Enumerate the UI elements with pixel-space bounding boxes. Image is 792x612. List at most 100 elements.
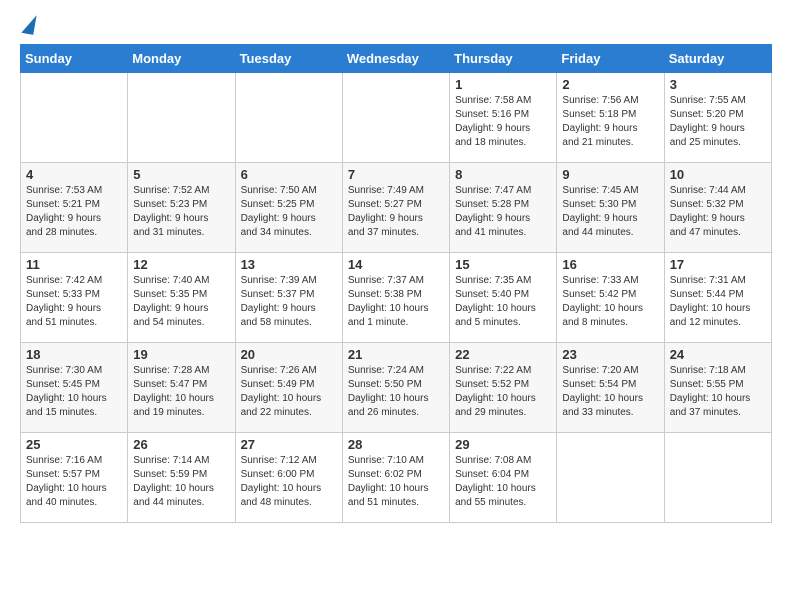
day-info: Sunrise: 7:56 AM Sunset: 5:18 PM Dayligh… [562, 94, 658, 150]
calendar-cell: 26 Sunrise: 7:14 AM Sunset: 5:59 PM Dayli… [128, 433, 235, 523]
day-info: Sunrise: 7:39 AM Sunset: 5:37 PM Dayligh… [241, 274, 337, 330]
header-row: SundayMondayTuesdayWednesdayThursdayFrid… [21, 45, 772, 73]
day-number: 14 [348, 257, 444, 272]
day-info: Sunrise: 7:14 AM Sunset: 5:59 PM Dayligh… [133, 454, 229, 510]
calendar-cell [664, 433, 771, 523]
calendar-cell: 17 Sunrise: 7:31 AM Sunset: 5:44 PM Dayli… [664, 253, 771, 343]
week-row-1: 1 Sunrise: 7:58 AM Sunset: 5:16 PM Daylig… [21, 73, 772, 163]
calendar-cell: 29Sunrise: 7:08 AM Sunset: 6:04 PM Dayli… [450, 433, 557, 523]
calendar-cell: 10 Sunrise: 7:44 AM Sunset: 5:32 PM Dayli… [664, 163, 771, 253]
day-number: 9 [562, 167, 658, 182]
column-header-wednesday: Wednesday [342, 45, 449, 73]
day-info: Sunrise: 7:50 AM Sunset: 5:25 PM Dayligh… [241, 184, 337, 240]
day-number: 13 [241, 257, 337, 272]
day-number: 21 [348, 347, 444, 362]
day-number: 18 [26, 347, 122, 362]
day-info: Sunrise: 7:33 AM Sunset: 5:42 PM Dayligh… [562, 274, 658, 330]
calendar-cell: 13 Sunrise: 7:39 AM Sunset: 5:37 PM Dayli… [235, 253, 342, 343]
day-number: 8 [455, 167, 551, 182]
day-number: 20 [241, 347, 337, 362]
day-info: Sunrise: 7:30 AM Sunset: 5:45 PM Dayligh… [26, 364, 122, 420]
logo-text [20, 20, 35, 34]
calendar-cell: 27Sunrise: 7:12 AM Sunset: 6:00 PM Dayli… [235, 433, 342, 523]
calendar-cell: 8 Sunrise: 7:47 AM Sunset: 5:28 PM Daylig… [450, 163, 557, 253]
day-number: 12 [133, 257, 229, 272]
day-info: Sunrise: 7:49 AM Sunset: 5:27 PM Dayligh… [348, 184, 444, 240]
week-row-2: 4 Sunrise: 7:53 AM Sunset: 5:21 PM Daylig… [21, 163, 772, 253]
day-number: 26 [133, 437, 229, 452]
day-info: Sunrise: 7:10 AM Sunset: 6:02 PM Dayligh… [348, 454, 444, 510]
day-number: 7 [348, 167, 444, 182]
calendar-cell [342, 73, 449, 163]
column-header-tuesday: Tuesday [235, 45, 342, 73]
day-number: 5 [133, 167, 229, 182]
day-number: 27 [241, 437, 337, 452]
calendar-cell: 28 Sunrise: 7:10 AM Sunset: 6:02 PM Dayli… [342, 433, 449, 523]
page-header [20, 20, 772, 34]
day-info: Sunrise: 7:31 AM Sunset: 5:44 PM Dayligh… [670, 274, 766, 330]
day-number: 29 [455, 437, 551, 452]
calendar-cell [21, 73, 128, 163]
day-info: Sunrise: 7:52 AM Sunset: 5:23 PM Dayligh… [133, 184, 229, 240]
calendar-cell: 25 Sunrise: 7:16 AM Sunset: 5:57 PM Dayli… [21, 433, 128, 523]
day-info: Sunrise: 7:16 AM Sunset: 5:57 PM Dayligh… [26, 454, 122, 510]
calendar-cell: 6 Sunrise: 7:50 AM Sunset: 5:25 PM Daylig… [235, 163, 342, 253]
week-row-4: 18 Sunrise: 7:30 AM Sunset: 5:45 PM Dayli… [21, 343, 772, 433]
week-row-5: 25 Sunrise: 7:16 AM Sunset: 5:57 PM Dayli… [21, 433, 772, 523]
day-number: 4 [26, 167, 122, 182]
calendar-cell: 11 Sunrise: 7:42 AM Sunset: 5:33 PM Dayli… [21, 253, 128, 343]
day-info: Sunrise: 7:24 AM Sunset: 5:50 PM Dayligh… [348, 364, 444, 420]
logo-icon [21, 13, 36, 35]
day-info: Sunrise: 7:45 AM Sunset: 5:30 PM Dayligh… [562, 184, 658, 240]
day-number: 16 [562, 257, 658, 272]
day-info: Sunrise: 7:20 AM Sunset: 5:54 PM Dayligh… [562, 364, 658, 420]
calendar-cell: 24 Sunrise: 7:18 AM Sunset: 5:55 PM Dayli… [664, 343, 771, 433]
day-info: Sunrise: 7:58 AM Sunset: 5:16 PM Dayligh… [455, 94, 551, 150]
week-row-3: 11 Sunrise: 7:42 AM Sunset: 5:33 PM Dayli… [21, 253, 772, 343]
calendar-cell: 1 Sunrise: 7:58 AM Sunset: 5:16 PM Daylig… [450, 73, 557, 163]
day-info: Sunrise: 7:44 AM Sunset: 5:32 PM Dayligh… [670, 184, 766, 240]
day-number: 1 [455, 77, 551, 92]
day-info: Sunrise: 7:35 AM Sunset: 5:40 PM Dayligh… [455, 274, 551, 330]
day-number: 19 [133, 347, 229, 362]
day-number: 22 [455, 347, 551, 362]
day-number: 28 [348, 437, 444, 452]
day-info: Sunrise: 7:53 AM Sunset: 5:21 PM Dayligh… [26, 184, 122, 240]
day-info: Sunrise: 7:47 AM Sunset: 5:28 PM Dayligh… [455, 184, 551, 240]
calendar-cell: 21 Sunrise: 7:24 AM Sunset: 5:50 PM Dayli… [342, 343, 449, 433]
calendar-cell: 7 Sunrise: 7:49 AM Sunset: 5:27 PM Daylig… [342, 163, 449, 253]
calendar-cell: 22Sunrise: 7:22 AM Sunset: 5:52 PM Dayli… [450, 343, 557, 433]
calendar-cell: 23Sunrise: 7:20 AM Sunset: 5:54 PM Dayli… [557, 343, 664, 433]
day-number: 2 [562, 77, 658, 92]
column-header-saturday: Saturday [664, 45, 771, 73]
column-header-sunday: Sunday [21, 45, 128, 73]
day-number: 24 [670, 347, 766, 362]
calendar-cell: 5 Sunrise: 7:52 AM Sunset: 5:23 PM Daylig… [128, 163, 235, 253]
calendar-cell: 3 Sunrise: 7:55 AM Sunset: 5:20 PM Daylig… [664, 73, 771, 163]
day-info: Sunrise: 7:37 AM Sunset: 5:38 PM Dayligh… [348, 274, 444, 330]
calendar-cell: 2 Sunrise: 7:56 AM Sunset: 5:18 PM Daylig… [557, 73, 664, 163]
calendar-cell: 15 Sunrise: 7:35 AM Sunset: 5:40 PM Dayli… [450, 253, 557, 343]
calendar-cell: 18 Sunrise: 7:30 AM Sunset: 5:45 PM Dayli… [21, 343, 128, 433]
day-info: Sunrise: 7:18 AM Sunset: 5:55 PM Dayligh… [670, 364, 766, 420]
calendar-cell: 14 Sunrise: 7:37 AM Sunset: 5:38 PM Dayli… [342, 253, 449, 343]
day-number: 6 [241, 167, 337, 182]
calendar-cell: 12Sunrise: 7:40 AM Sunset: 5:35 PM Dayli… [128, 253, 235, 343]
calendar-cell: 19 Sunrise: 7:28 AM Sunset: 5:47 PM Dayli… [128, 343, 235, 433]
day-number: 3 [670, 77, 766, 92]
day-number: 25 [26, 437, 122, 452]
day-number: 15 [455, 257, 551, 272]
calendar-cell [557, 433, 664, 523]
calendar-cell: 4 Sunrise: 7:53 AM Sunset: 5:21 PM Daylig… [21, 163, 128, 253]
calendar-cell [128, 73, 235, 163]
day-number: 17 [670, 257, 766, 272]
day-number: 10 [670, 167, 766, 182]
day-info: Sunrise: 7:42 AM Sunset: 5:33 PM Dayligh… [26, 274, 122, 330]
calendar-cell: 9 Sunrise: 7:45 AM Sunset: 5:30 PM Daylig… [557, 163, 664, 253]
calendar-cell [235, 73, 342, 163]
calendar-table: SundayMondayTuesdayWednesdayThursdayFrid… [20, 44, 772, 523]
day-info: Sunrise: 7:55 AM Sunset: 5:20 PM Dayligh… [670, 94, 766, 150]
day-number: 11 [26, 257, 122, 272]
column-header-friday: Friday [557, 45, 664, 73]
day-info: Sunrise: 7:28 AM Sunset: 5:47 PM Dayligh… [133, 364, 229, 420]
